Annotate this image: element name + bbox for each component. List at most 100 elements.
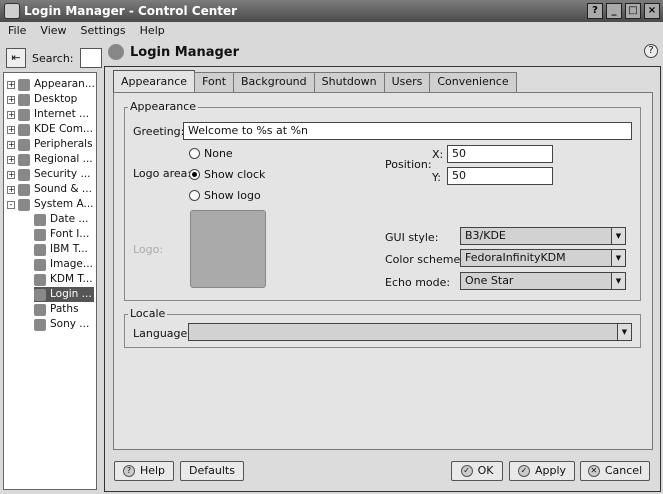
tree-expander-icon[interactable]: + xyxy=(7,80,15,89)
title-bar: Login Manager - Control Center ? _ □ × xyxy=(0,0,663,22)
search-row: ⇤ Search: xyxy=(6,47,102,69)
tab-shutdown[interactable]: Shutdown xyxy=(313,72,385,92)
tree-item[interactable]: IBM T... xyxy=(34,242,94,257)
radio-show-clock-indicator[interactable] xyxy=(189,169,200,180)
tree-item[interactable]: + KDE Com... xyxy=(7,122,93,137)
module-icon xyxy=(34,243,46,256)
tab-background[interactable]: Background xyxy=(233,72,315,92)
module-icon xyxy=(34,303,46,316)
tree-item-label: Paths xyxy=(50,303,79,315)
tree-item[interactable]: + Security ... xyxy=(7,167,90,182)
defaults-button[interactable]: Defaults xyxy=(180,461,244,481)
menu-view[interactable]: View xyxy=(40,22,66,40)
maximize-button[interactable]: □ xyxy=(625,3,641,19)
tree-item[interactable]: + Sound & ... xyxy=(7,182,92,197)
search-label: Search: xyxy=(32,51,74,65)
tab-appearance[interactable]: Appearance xyxy=(113,70,196,92)
module-icon xyxy=(18,78,30,91)
tab-convenience[interactable]: Convenience xyxy=(429,72,517,92)
tab-users[interactable]: Users xyxy=(383,72,431,92)
tree-item[interactable]: Sony ... xyxy=(34,317,94,332)
color-scheme-select[interactable]: FedoraInfinityKDM ▼ xyxy=(460,249,626,267)
radio-none-label: None xyxy=(204,147,233,160)
language-select[interactable]: ▼ xyxy=(188,323,632,341)
tree-item-label: KDE Com... xyxy=(34,123,93,135)
greeting-input[interactable]: Welcome to %s at %n xyxy=(183,122,632,140)
radio-show-clock-label: Show clock xyxy=(204,168,266,181)
radio-show-logo[interactable]: Show logo xyxy=(189,189,261,202)
control-center-icon xyxy=(4,3,20,19)
menu-settings[interactable]: Settings xyxy=(81,22,126,40)
tree-item-label: System A... xyxy=(34,198,94,210)
whats-this-button[interactable]: ? xyxy=(587,3,603,19)
radio-none-indicator[interactable] xyxy=(189,148,200,159)
tree-expander-icon[interactable]: + xyxy=(7,140,15,149)
module-icon xyxy=(18,108,30,121)
tree-item-label: Security ... xyxy=(34,168,91,180)
tree-item[interactable]: KDM T... xyxy=(34,272,94,287)
tree-item-label: Font I... xyxy=(50,228,90,240)
window-controls: ? _ □ × xyxy=(587,3,660,19)
tree-expander-icon[interactable]: + xyxy=(7,125,15,134)
position-y-input[interactable]: 50 xyxy=(447,167,553,185)
radio-none[interactable]: None xyxy=(189,147,233,160)
tree-item[interactable]: + Internet ... xyxy=(7,107,89,122)
tree-item[interactable]: + Appearan... xyxy=(7,77,95,92)
tab-bar: Appearance Font Background Shutdown User… xyxy=(113,70,517,92)
tree-item-label: Sound & ... xyxy=(34,183,92,195)
tree-item-label: Sony ... xyxy=(50,318,90,330)
echo-mode-value: One Star xyxy=(465,274,514,287)
logo-image-button[interactable] xyxy=(190,210,266,288)
gui-style-select[interactable]: B3/KDE ▼ xyxy=(460,227,626,245)
ok-button-label: OK xyxy=(477,464,494,477)
clear-search-button[interactable]: ⇤ xyxy=(6,48,26,68)
module-tree[interactable]: + Appearan... + Desktop + Internet ... + KDE Co… xyxy=(3,72,97,490)
tree-item[interactable]: - System A... xyxy=(7,197,94,212)
tree-item-label: Appearan... xyxy=(34,78,95,90)
radio-show-logo-indicator[interactable] xyxy=(189,190,200,201)
echo-mode-select[interactable]: One Star ▼ xyxy=(460,272,626,290)
menu-help[interactable]: Help xyxy=(140,22,165,40)
module-icon xyxy=(18,123,30,136)
tree-item[interactable]: + Peripherals xyxy=(7,137,93,152)
tree-expander-icon[interactable]: - xyxy=(7,200,15,209)
tree-expander-icon[interactable]: + xyxy=(7,110,15,119)
module-header: Login Manager xyxy=(108,42,239,62)
check-icon: ✓ xyxy=(517,465,530,477)
help-button[interactable]: ? Help xyxy=(114,461,174,481)
apply-button[interactable]: ✓ Apply xyxy=(509,461,575,481)
login-manager-icon xyxy=(108,44,124,60)
menu-file[interactable]: File xyxy=(8,22,26,40)
tree-item[interactable]: Login ... xyxy=(34,287,94,302)
close-button[interactable]: × xyxy=(644,3,660,19)
cancel-button[interactable]: ✕ Cancel xyxy=(580,461,650,481)
logo-label: Logo: xyxy=(133,243,164,256)
echo-mode-label: Echo mode: xyxy=(385,276,451,289)
tree-item[interactable]: + Desktop xyxy=(7,92,77,107)
tree-item[interactable]: Font I... xyxy=(34,227,94,242)
tree-expander-icon[interactable]: + xyxy=(7,185,15,194)
position-label: Position: xyxy=(385,158,432,171)
tab-font[interactable]: Font xyxy=(194,72,235,92)
check-icon: ✓ xyxy=(460,465,473,477)
language-label: Language: xyxy=(133,327,191,340)
search-input[interactable] xyxy=(79,48,102,68)
tree-item[interactable]: Paths xyxy=(34,302,94,317)
ok-button[interactable]: ✓ OK xyxy=(451,461,503,481)
tree-expander-icon[interactable]: + xyxy=(7,95,15,104)
tree-expander-icon[interactable]: + xyxy=(7,155,15,164)
minimize-button[interactable]: _ xyxy=(606,3,622,19)
tree-item[interactable]: Date ... xyxy=(34,212,94,227)
tree-item-label: Desktop xyxy=(34,93,78,105)
help-icon[interactable]: ? xyxy=(644,44,658,58)
window-title: Login Manager - Control Center xyxy=(24,4,238,18)
position-x-input[interactable]: 50 xyxy=(447,145,553,163)
tree-item[interactable]: + Regional ... xyxy=(7,152,93,167)
tree-item[interactable]: Image... xyxy=(34,257,94,272)
tree-item-label: KDM T... xyxy=(50,273,93,285)
tree-expander-icon[interactable]: + xyxy=(7,170,15,179)
apply-button-label: Apply xyxy=(534,464,567,477)
radio-show-clock[interactable]: Show clock xyxy=(189,168,265,181)
module-icon xyxy=(18,138,30,151)
page-title: Login Manager xyxy=(130,44,240,60)
